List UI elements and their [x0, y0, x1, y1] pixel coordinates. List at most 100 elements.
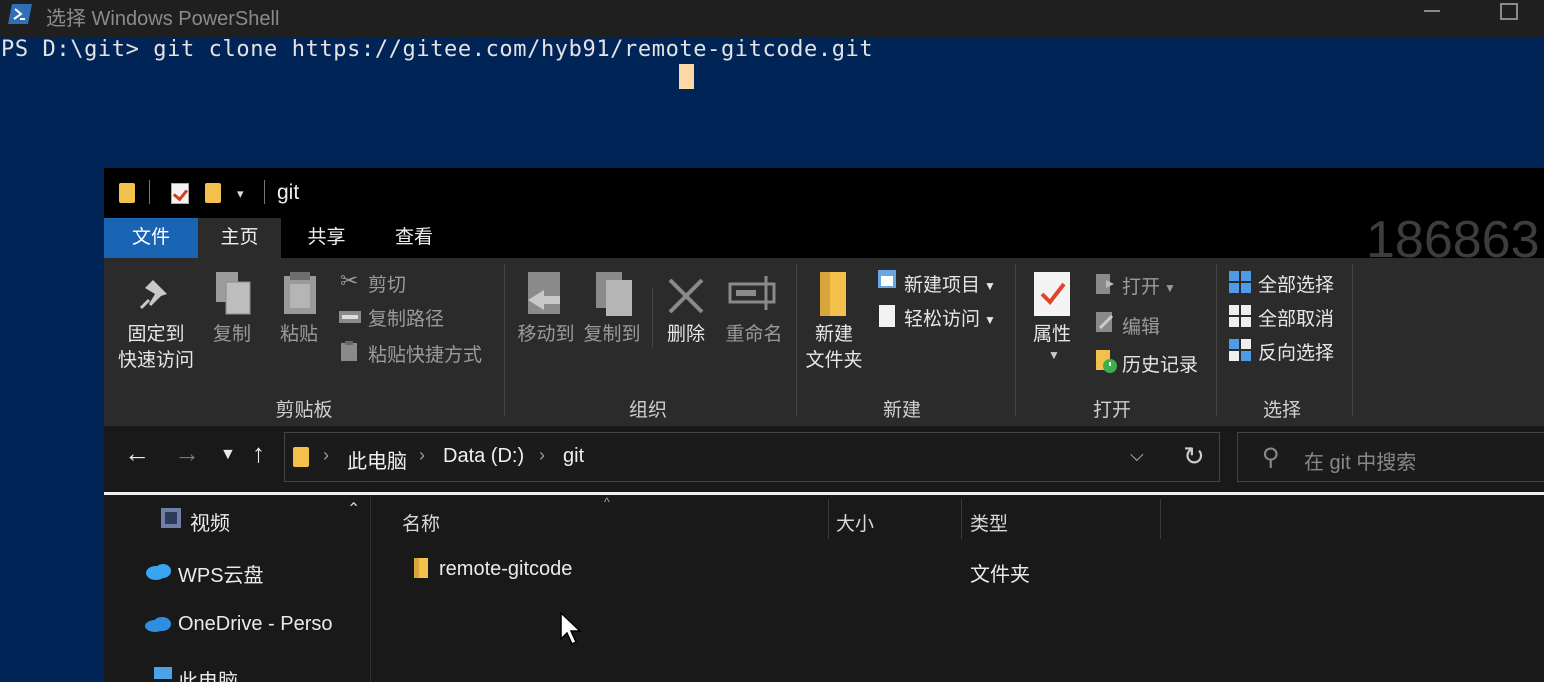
delete-label: 删除 [666, 324, 705, 345]
open-group-label: 打开 [1092, 400, 1131, 421]
computer-icon [154, 667, 172, 679]
folder-icon [820, 272, 846, 316]
divider [1352, 264, 1353, 416]
cut-label: 剪切 [368, 275, 407, 296]
edit-label: 编辑 [1122, 317, 1161, 338]
divider [652, 288, 653, 348]
minimize-button[interactable] [1424, 10, 1440, 12]
file-explorer-window: ▾ git 文件 主页 共享 查看 186863 固定到 快速访问 复制 粘贴 … [104, 168, 1544, 682]
properties-label: 属性 [1032, 324, 1071, 345]
divider[interactable] [961, 499, 962, 539]
divider [504, 264, 505, 416]
open-icon [1096, 274, 1114, 294]
invert-selection-label: 反向选择 [1258, 343, 1335, 364]
onedrive-icon [145, 617, 171, 632]
open-label: 打开 ▼ [1122, 277, 1176, 298]
forward-arrow-icon[interactable]: → [174, 438, 200, 469]
tab-view[interactable]: 查看 [369, 218, 459, 258]
new-folder-label-1: 新建 [814, 324, 853, 345]
cloud-icon [146, 564, 171, 580]
chevron-right-icon: › [323, 445, 329, 465]
chevron-right-icon: › [419, 445, 425, 465]
copy-icon [216, 272, 251, 315]
properties-icon [1034, 272, 1070, 316]
select-none-icon [1229, 305, 1251, 327]
file-type: 文件夹 [970, 564, 1030, 586]
powershell-titlebar: 选择 Windows PowerShell [0, 0, 1544, 37]
tab-file[interactable]: 文件 [104, 218, 198, 258]
copy-path-icon [339, 311, 361, 323]
tab-home[interactable]: 主页 [198, 218, 281, 258]
column-header-name[interactable]: 名称 [402, 509, 440, 536]
column-header-size[interactable]: 大小 [836, 509, 874, 536]
mouse-pointer-icon [560, 612, 582, 646]
navigation-pane: ⌃ 视频 WPS云盘 OneDrive - Perso 此电脑 [104, 495, 371, 682]
pin-label-1: 固定到 [127, 324, 185, 345]
address-bar[interactable]: › 此电脑 › Data (D:) › git ⌵ ↻ [284, 432, 1220, 482]
chevron-right-icon: › [539, 445, 545, 465]
new-group-label: 新建 [882, 400, 921, 421]
divider [1015, 264, 1016, 416]
refresh-icon[interactable]: ↻ [1183, 441, 1205, 472]
search-box[interactable]: ⚲ 在 git 中搜索 [1237, 432, 1544, 482]
nav-item-label: 此电脑 [178, 671, 238, 682]
window-title: 选择 Windows PowerShell [46, 8, 280, 30]
text-cursor [679, 64, 694, 89]
history-icon [1096, 350, 1117, 373]
maximize-button[interactable] [1500, 3, 1518, 20]
pin-icon [139, 280, 167, 310]
close-icon [668, 278, 704, 314]
rename-icon [728, 276, 776, 310]
search-input[interactable]: 在 git 中搜索 [1304, 446, 1416, 475]
breadcrumb-git[interactable]: git [563, 445, 584, 468]
video-icon [161, 508, 181, 528]
folder-icon [414, 558, 428, 578]
breadcrumb-this-pc[interactable]: 此电脑 [347, 445, 407, 474]
powershell-icon [8, 4, 32, 24]
chevron-down-icon[interactable]: ▾ [237, 186, 244, 202]
console-prompt: PS D:\git> [1, 37, 140, 62]
divider[interactable] [1160, 499, 1161, 539]
clipboard-icon [284, 272, 316, 314]
copy-to-icon [596, 272, 632, 316]
explorer-titlebar: ▾ git [104, 168, 1544, 218]
folder-icon [119, 183, 135, 203]
invert-selection-icon [1229, 339, 1251, 361]
paste-label: 粘贴 [279, 324, 318, 345]
clipboard-group-label: 剪贴板 [275, 400, 333, 421]
move-to-icon [528, 272, 560, 314]
properties-icon[interactable] [171, 183, 189, 204]
up-arrow-icon[interactable]: ↑ [252, 438, 265, 469]
back-arrow-icon[interactable]: ← [124, 438, 150, 469]
chevron-down-icon: ▼ [1048, 348, 1060, 362]
column-header-type[interactable]: 类型 [970, 509, 1008, 536]
file-name: remote-gitcode [439, 558, 573, 580]
chevron-down-icon[interactable]: ▼ [220, 446, 236, 464]
ribbon-tabs: 文件 主页 共享 查看 [104, 218, 1544, 258]
new-item-icon [878, 270, 896, 288]
history-label: 历史记录 [1122, 355, 1199, 376]
organize-group-label: 组织 [628, 400, 667, 421]
nav-item-label: WPS云盘 [178, 565, 264, 587]
nav-item-label: 视频 [190, 513, 230, 535]
edit-icon [1096, 312, 1114, 332]
select-all-icon [1229, 271, 1251, 293]
folder-icon [293, 447, 309, 467]
copy-label: 复制 [212, 324, 251, 345]
divider [149, 180, 150, 204]
tab-share[interactable]: 共享 [284, 218, 369, 258]
file-list: ^ 名称 大小 类型 remote-gitcode 文件夹 [372, 495, 1544, 682]
explorer-title: git [277, 181, 300, 204]
sort-caret-icon: ^ [604, 495, 610, 509]
pin-label-2: 快速访问 [117, 350, 194, 371]
breadcrumb-data-d[interactable]: Data (D:) [443, 445, 524, 468]
chevron-up-icon[interactable]: ⌃ [347, 499, 360, 519]
new-folder-icon[interactable] [205, 183, 221, 203]
divider [1216, 264, 1217, 416]
search-icon: ⚲ [1262, 444, 1280, 471]
divider [796, 264, 797, 416]
console-command: git clone https://gitee.com/hyb91/remote… [139, 37, 874, 62]
chevron-down-icon[interactable]: ⌵ [1130, 445, 1144, 466]
divider[interactable] [828, 499, 829, 539]
nav-item-label: OneDrive - Perso [178, 613, 333, 635]
